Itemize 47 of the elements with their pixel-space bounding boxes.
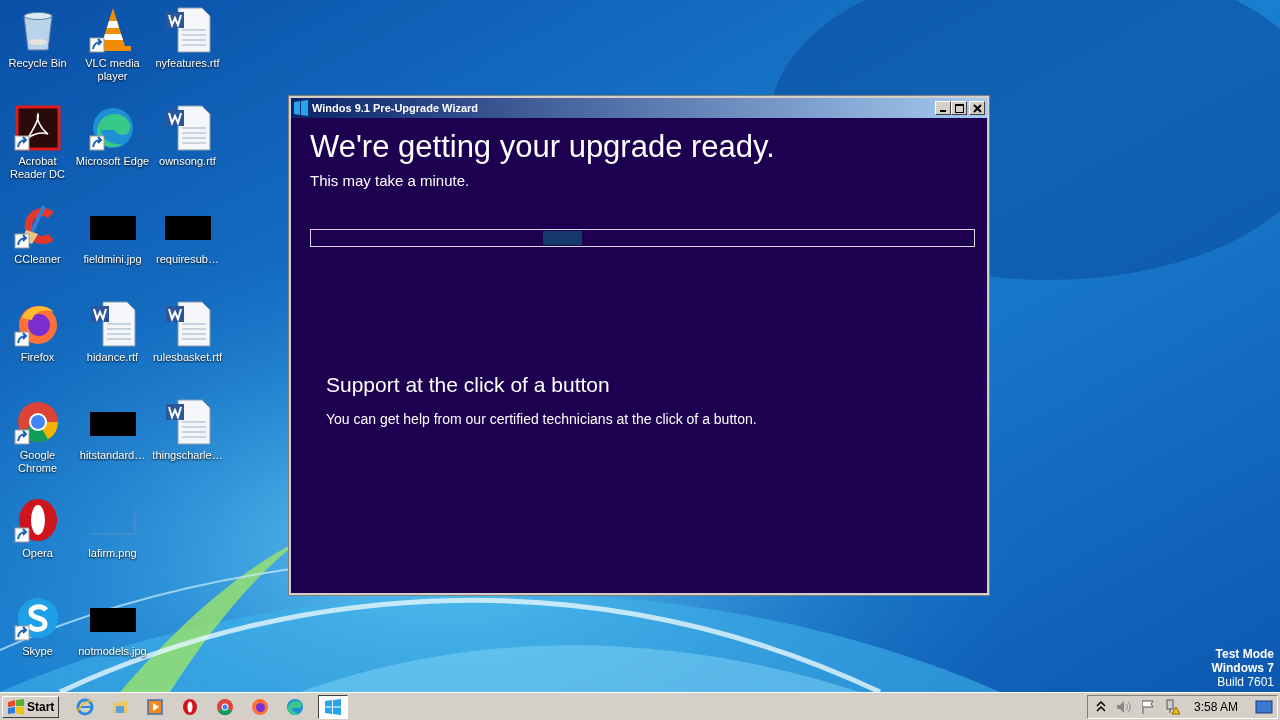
icon-label[interactable]: Acrobat Reader DC xyxy=(0,155,75,181)
system-notice-text: Windows 7 xyxy=(1211,661,1274,675)
icon-label[interactable]: lafirm.png xyxy=(75,547,150,560)
clock[interactable]: 3:58 AM xyxy=(1193,699,1238,714)
subheading: This may take a minute. xyxy=(310,172,471,189)
window-title: Windos 9.1 Pre-Upgrade Wizard xyxy=(312,102,480,114)
icon-label[interactable]: VLC media player xyxy=(75,57,150,83)
windows-logo-icon[interactable] xyxy=(318,694,349,719)
heading: We're getting your upgrade ready. xyxy=(310,128,776,166)
document-icon[interactable] xyxy=(88,300,137,348)
icon-label[interactable]: notmodels.jpg xyxy=(75,645,150,658)
maximize-icon xyxy=(954,103,964,113)
network-warning-icon[interactable] xyxy=(1164,698,1181,715)
icon-label[interactable]: Google Chrome xyxy=(0,449,75,475)
icon-label[interactable]: hidance.rtf xyxy=(75,351,150,364)
icon-label[interactable]: Microsoft Edge xyxy=(75,155,150,168)
minimize-button[interactable] xyxy=(935,101,951,115)
windows-logo-icon xyxy=(293,100,309,116)
icon-label[interactable]: ownsong.rtf xyxy=(150,155,225,168)
icon-label[interactable]: Skype xyxy=(0,645,75,658)
icon-label[interactable]: fieldmini.jpg xyxy=(75,253,150,266)
icon-label[interactable]: Opera xyxy=(0,547,75,560)
icon-label[interactable]: CCleaner xyxy=(0,253,75,266)
document-icon[interactable] xyxy=(163,398,212,446)
pdf-reader-icon[interactable] xyxy=(13,104,62,152)
support-heading: Support at the click of a button xyxy=(326,373,611,397)
system-notice-text: Test Mode xyxy=(1215,647,1274,661)
flag-icon[interactable] xyxy=(1139,698,1156,715)
system-notice-text: Build 7601 xyxy=(1217,675,1274,689)
close-icon xyxy=(972,103,982,113)
show-desktop-icon[interactable] xyxy=(1255,699,1273,714)
icon-label[interactable]: hitstandard… xyxy=(75,449,150,462)
icon-label[interactable]: nyfeatures.rtf xyxy=(150,57,225,70)
start-button[interactable]: Start xyxy=(2,695,60,718)
icon-label[interactable]: Recycle Bin xyxy=(0,57,75,70)
document-icon[interactable] xyxy=(163,6,212,54)
icon-label[interactable]: requiresub… xyxy=(150,253,225,266)
document-icon[interactable] xyxy=(163,300,212,348)
icon-label[interactable]: thingscharle… xyxy=(150,449,225,462)
chevron-up-icon[interactable] xyxy=(1095,700,1106,713)
document-icon[interactable] xyxy=(163,104,212,152)
icon-label[interactable]: rulesbasket.rtf xyxy=(150,351,225,364)
icon-label[interactable]: Firefox xyxy=(0,351,75,364)
windows-logo-icon xyxy=(7,698,25,715)
support-text: You can get help from our certified technicians at the click of a button. xyxy=(326,411,758,427)
close-button[interactable] xyxy=(969,101,985,115)
maximize-button[interactable] xyxy=(951,101,967,115)
